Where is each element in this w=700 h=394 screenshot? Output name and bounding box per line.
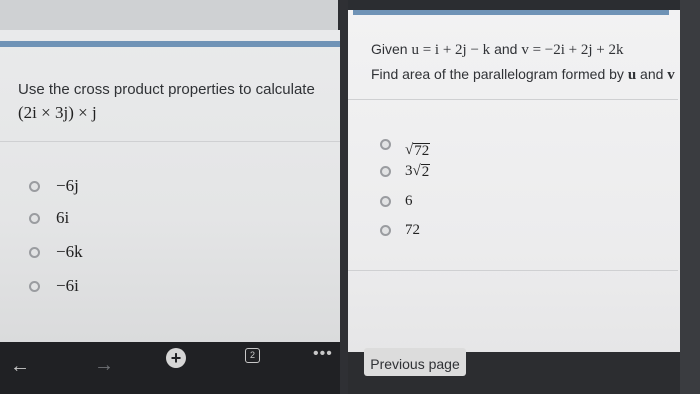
- left-divider: [0, 141, 340, 142]
- radio-button[interactable]: [29, 180, 40, 192]
- radio-button[interactable]: [380, 139, 391, 150]
- right-question-card: [348, 10, 680, 352]
- right-option-2[interactable]: 3 √ 2: [380, 163, 431, 180]
- option-label: 3 √ 2: [405, 163, 431, 180]
- option-label: 6i: [56, 208, 70, 227]
- option-label: −6i: [56, 276, 79, 295]
- option-label: √ 72: [405, 130, 431, 159]
- left-question-expression: (2i × 3j) × j: [18, 103, 97, 122]
- right-edge: [680, 0, 700, 394]
- option-label: 72: [405, 222, 420, 238]
- right-card-accent-bar: [353, 10, 669, 15]
- forward-arrow-icon[interactable]: →: [94, 355, 114, 375]
- sqrt-expression: √ 72: [405, 142, 431, 159]
- sqrt-icon: √: [405, 142, 414, 158]
- right-bottom-divider: [348, 270, 678, 271]
- find-and: and: [640, 66, 664, 82]
- left-top-strip: [0, 0, 338, 30]
- option-label: 6: [405, 193, 413, 209]
- left-option-4[interactable]: −6i: [29, 276, 79, 296]
- option-label: −6j: [56, 176, 79, 195]
- tab-switcher-icon[interactable]: 2: [245, 348, 260, 363]
- previous-page-button[interactable]: Previous page: [364, 348, 466, 376]
- option-coefficient: 3: [405, 163, 413, 179]
- right-option-3[interactable]: 6: [380, 193, 413, 210]
- right-divider: [348, 99, 678, 100]
- sqrt-icon: √: [412, 163, 421, 179]
- radio-button[interactable]: [29, 246, 40, 258]
- given-prefix: Given: [371, 41, 408, 57]
- given-and: and: [494, 41, 518, 57]
- back-arrow-icon[interactable]: ←: [10, 356, 30, 376]
- radio-button[interactable]: [29, 280, 40, 292]
- radio-button[interactable]: [380, 196, 391, 207]
- panel-gap: [340, 0, 348, 394]
- sqrt-expression: 3 √ 2: [405, 163, 431, 180]
- find-v: v: [667, 67, 675, 83]
- radio-button[interactable]: [29, 212, 40, 224]
- option-radicand: 2: [420, 164, 431, 180]
- browser-toolbar: ← → + 2 •••: [0, 342, 345, 394]
- new-tab-plus-icon[interactable]: +: [166, 348, 186, 368]
- find-text: Find area of the parallelogram formed by: [371, 66, 624, 82]
- given-v-expression: v = −2i + 2j + 2k: [521, 42, 624, 58]
- left-option-3[interactable]: −6k: [29, 242, 83, 262]
- right-option-4[interactable]: 72: [380, 222, 420, 239]
- radio-button[interactable]: [380, 166, 391, 177]
- option-radicand: 72: [413, 143, 431, 159]
- option-label: −6k: [56, 242, 83, 261]
- left-question-text: Use the cross product properties to calc…: [18, 81, 315, 98]
- more-menu-icon[interactable]: •••: [313, 344, 333, 364]
- left-card-accent-bar: [0, 41, 340, 47]
- find-u: u: [627, 67, 637, 83]
- right-given-text: Given u = i + 2j − k and v = −2i + 2j + …: [371, 41, 624, 59]
- right-find-text: Find area of the parallelogram formed by…: [371, 66, 675, 84]
- left-option-2[interactable]: 6i: [29, 208, 69, 228]
- right-option-1[interactable]: √ 72: [380, 130, 431, 159]
- given-u-expression: u = i + 2j − k: [411, 42, 491, 58]
- left-option-1[interactable]: −6j: [29, 176, 79, 196]
- radio-button[interactable]: [380, 225, 391, 236]
